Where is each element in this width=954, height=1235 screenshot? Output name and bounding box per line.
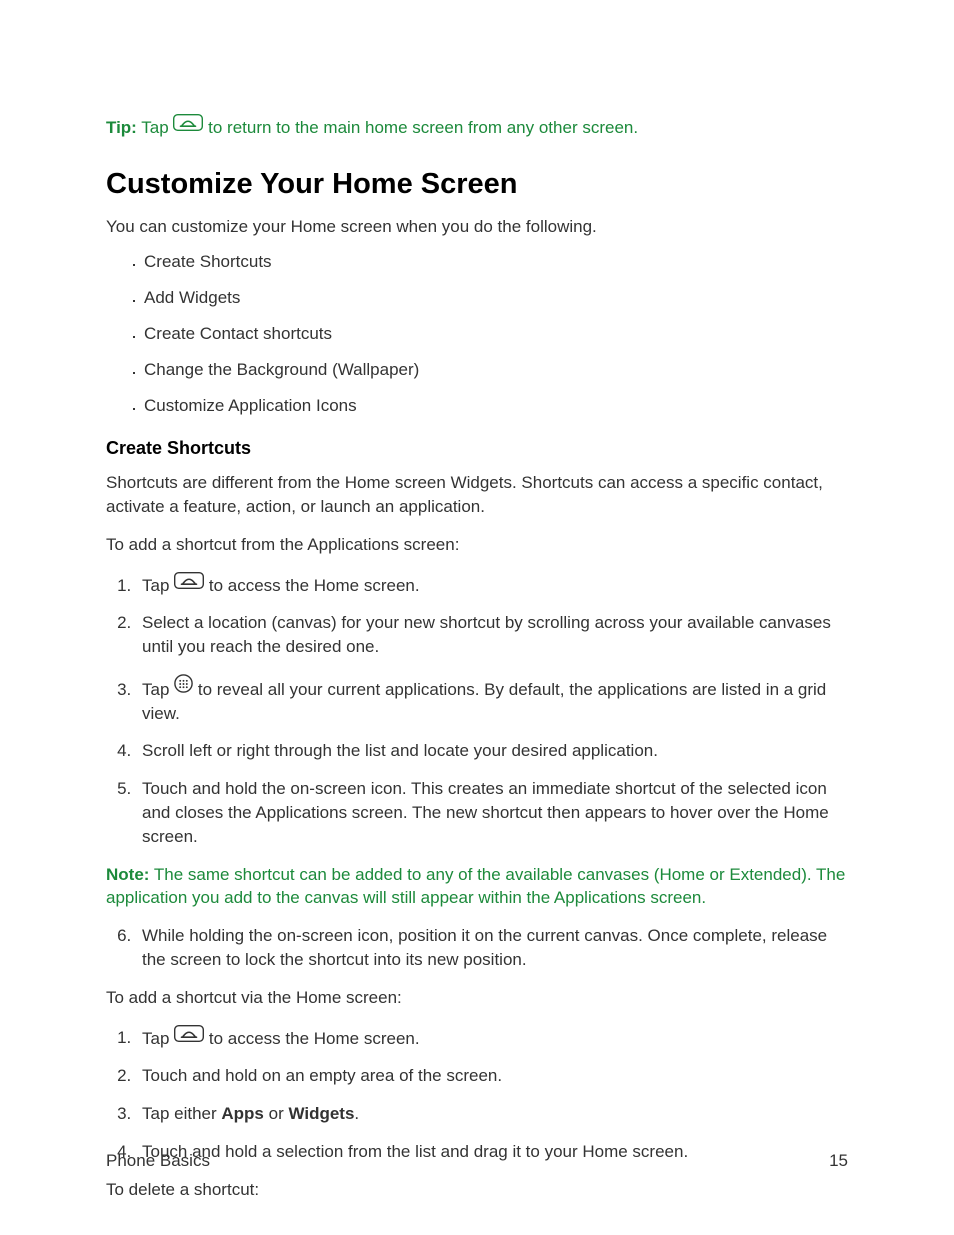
intro-paragraph: You can customize your Home screen when … bbox=[106, 215, 848, 239]
document-page: Tip: Tap to return to the main home scre… bbox=[0, 0, 954, 1235]
step-item: Touch and hold on an empty area of the s… bbox=[136, 1064, 848, 1088]
step-text-before: Tap bbox=[142, 680, 174, 699]
procedure-lead: To add a shortcut via the Home screen: bbox=[106, 986, 848, 1010]
note-label: Note: bbox=[106, 865, 149, 884]
step-item: Tap to reveal all your current applicati… bbox=[136, 673, 848, 725]
list-item: Change the Background (Wallpaper) bbox=[144, 360, 848, 380]
home-key-icon bbox=[174, 572, 204, 596]
procedure-list-2: Tap to access the Home screen. Touch and… bbox=[106, 1024, 848, 1164]
list-item: Add Widgets bbox=[144, 288, 848, 308]
step-text-after: to access the Home screen. bbox=[204, 1028, 419, 1047]
step-item: Select a location (canvas) for your new … bbox=[136, 611, 848, 659]
step-item: While holding the on-screen icon, positi… bbox=[136, 924, 848, 972]
step-text-before: Tap bbox=[142, 576, 174, 595]
step-item: Tap either Apps or Widgets. bbox=[136, 1102, 848, 1126]
step-item: Tap to access the Home screen. bbox=[136, 1024, 848, 1051]
page-title: Customize Your Home Screen bbox=[106, 168, 848, 201]
tip-text-before: Tap bbox=[137, 118, 174, 137]
step-text: . bbox=[354, 1104, 359, 1123]
list-item: Create Shortcuts bbox=[144, 252, 848, 272]
page-footer: Phone Basics 15 bbox=[106, 1151, 848, 1171]
step-text: or bbox=[264, 1104, 289, 1123]
tip-note: Tip: Tap to return to the main home scre… bbox=[106, 113, 848, 140]
home-key-icon bbox=[174, 1025, 204, 1049]
step-item: Touch and hold the on-screen icon. This … bbox=[136, 777, 848, 848]
list-item: Customize Application Icons bbox=[144, 396, 848, 416]
note-text: The same shortcut can be added to any of… bbox=[106, 865, 845, 908]
apps-label: Apps bbox=[221, 1104, 264, 1123]
procedure-list-1a: Tap to access the Home screen. Select a … bbox=[106, 571, 848, 849]
home-key-icon bbox=[173, 114, 203, 138]
step-item: Tap to access the Home screen. bbox=[136, 571, 848, 598]
step-text: Tap either bbox=[142, 1104, 221, 1123]
tip-label: Tip: bbox=[106, 118, 137, 137]
customize-options-list: Create Shortcuts Add Widgets Create Cont… bbox=[106, 252, 848, 416]
procedure-list-1b: While holding the on-screen icon, positi… bbox=[106, 924, 848, 972]
section-heading: Create Shortcuts bbox=[106, 438, 848, 459]
step-item: Scroll left or right through the list an… bbox=[136, 739, 848, 763]
list-item: Create Contact shortcuts bbox=[144, 324, 848, 344]
footer-left: Phone Basics bbox=[106, 1151, 210, 1171]
procedure-lead: To delete a shortcut: bbox=[106, 1178, 848, 1202]
procedure-lead: To add a shortcut from the Applications … bbox=[106, 533, 848, 557]
widgets-label: Widgets bbox=[288, 1104, 354, 1123]
tip-text-after: to return to the main home screen from a… bbox=[203, 118, 638, 137]
step-text-before: Tap bbox=[142, 1028, 174, 1047]
footer-page-number: 15 bbox=[829, 1151, 848, 1171]
apps-grid-icon bbox=[174, 674, 193, 700]
shortcuts-description: Shortcuts are different from the Home sc… bbox=[106, 471, 848, 519]
step-text-after: to reveal all your current applications.… bbox=[142, 680, 826, 723]
step-text-after: to access the Home screen. bbox=[204, 576, 419, 595]
note-block: Note: The same shortcut can be added to … bbox=[106, 863, 848, 911]
